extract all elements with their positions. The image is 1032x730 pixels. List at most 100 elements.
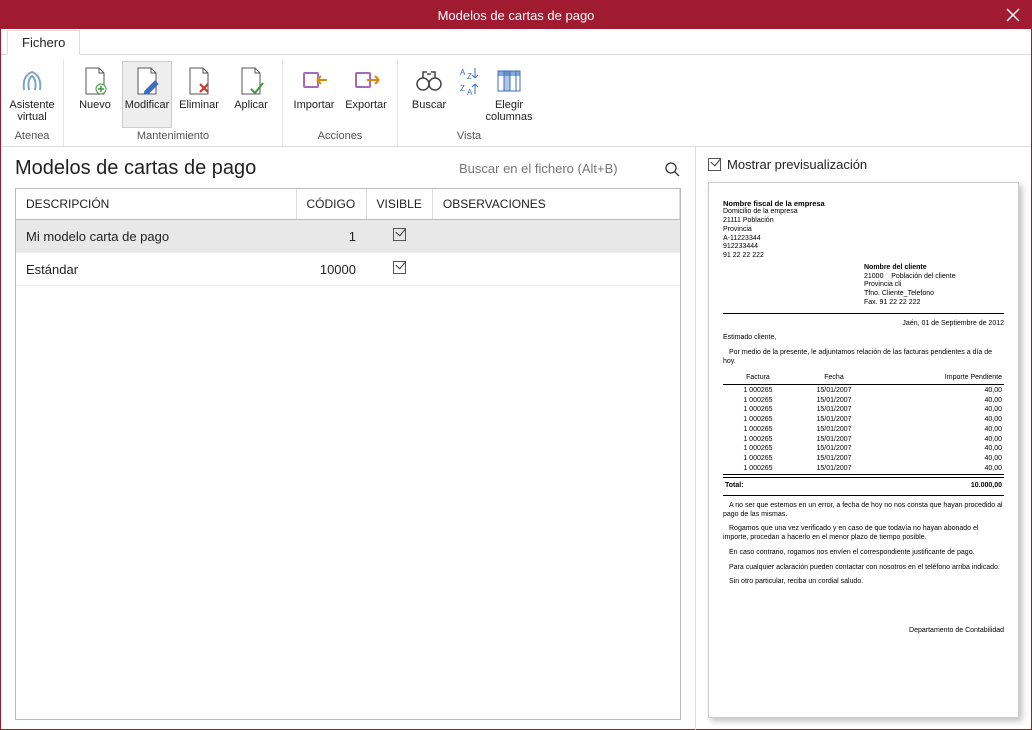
pv-company-line: Domicilio de la empresa (723, 208, 1004, 217)
cell-codigo: 10000 (296, 253, 366, 286)
pv-company-line: 21111 Población (723, 217, 1004, 226)
pv-company-line: 912233444 (723, 243, 1004, 252)
asistente-virtual-button[interactable]: Asistente virtual (7, 61, 57, 128)
ribbon-label: Buscar (412, 99, 446, 125)
modificar-button[interactable]: Modificar (122, 61, 172, 128)
data-grid[interactable]: DESCRIPCIÓN CÓDIGO VISIBLE OBSERVACIONES… (15, 188, 681, 720)
pv-company-line: Provincia (723, 226, 1004, 235)
svg-text:Z: Z (460, 84, 465, 93)
col-observaciones[interactable]: OBSERVACIONES (432, 189, 679, 220)
ordenar-button[interactable]: AZ ZA (456, 61, 482, 128)
pv-paragraph: En caso contrario, rogamos nos envíen el… (723, 549, 1004, 558)
nuevo-button[interactable]: Nuevo (70, 61, 120, 128)
columns-icon (493, 65, 525, 97)
importar-button[interactable]: Importar (289, 61, 339, 128)
ribbon-label: Nuevo (79, 99, 111, 125)
svg-text:Z: Z (467, 72, 472, 80)
search-input[interactable] (457, 160, 657, 177)
ribbon-group-label: Mantenimiento (137, 130, 209, 144)
right-pane: Mostrar previsualización Nombre fiscal d… (695, 147, 1031, 730)
ribbon-label: Eliminar (179, 99, 219, 125)
pv-total-value: 10.000,00 (971, 482, 1002, 491)
pv-paragraph: Para cualquier aclaración pueden contact… (723, 564, 1004, 573)
sort-icon: AZ ZA (459, 65, 479, 97)
ribbon-group-mantenimiento: Nuevo Modificar Eliminar Aplicar (64, 59, 283, 146)
aplicar-button[interactable]: Aplicar (226, 61, 276, 128)
pv-table-row: 1 00026515/01/200740,00 (723, 386, 1004, 396)
col-codigo[interactable]: CÓDIGO (296, 189, 366, 220)
table-row[interactable]: Estándar10000 (16, 253, 680, 286)
pv-table-row: 1 00026515/01/200740,00 (723, 445, 1004, 455)
search-wrap (457, 160, 681, 178)
pv-paragraph: A no ser que estemos en un error, a fech… (723, 502, 1004, 520)
preview-toggle-row: Mostrar previsualización (708, 157, 1019, 172)
ribbon: Asistente virtual Atenea Nuevo Modificar (1, 55, 1031, 147)
pv-table-row: 1 00026515/01/200740,00 (723, 396, 1004, 406)
pv-paragraph: Sin otro particular, reciba un cordial s… (723, 578, 1004, 587)
left-pane: Modelos de cartas de pago DESCRIPCIÓN CÓ… (1, 147, 695, 730)
pv-client-line: Fax. 91 22 22 222 (864, 299, 1004, 308)
cell-observaciones (432, 253, 679, 286)
pv-paragraph: Rogamos que una vez verificado y en caso… (723, 525, 1004, 543)
pv-table-row: 1 00026515/01/200740,00 (723, 455, 1004, 465)
eliminar-button[interactable]: Eliminar (174, 61, 224, 128)
pv-company-line: 91 22 22 222 (723, 252, 1004, 261)
pv-total-label: Total: (725, 482, 744, 491)
pv-intro: Por medio de la presente, le adjuntamos … (723, 349, 1004, 367)
ribbon-label: Asistente virtual (9, 99, 54, 125)
delete-document-icon (183, 65, 215, 97)
preview-checkbox-label: Mostrar previsualización (727, 157, 867, 172)
pv-th-importe: Importe Pendiente (875, 373, 1004, 384)
pv-company-name: Nombre fiscal de la empresa (723, 199, 1004, 208)
search-icon[interactable] (663, 160, 681, 178)
ribbon-group-acciones: Importar Exportar Acciones (283, 59, 398, 146)
col-visible[interactable]: VISIBLE (366, 189, 432, 220)
pv-greeting: Estimado cliente, (723, 334, 1004, 343)
visible-checkbox[interactable] (393, 228, 406, 241)
buscar-button[interactable]: Buscar (404, 61, 454, 128)
pv-signature: Departamento de Contabilidad (723, 627, 1004, 636)
ribbon-label: Importar (294, 99, 335, 125)
cell-codigo: 1 (296, 220, 366, 253)
content: Modelos de cartas de pago DESCRIPCIÓN CÓ… (1, 147, 1031, 730)
pv-table-row: 1 00026515/01/200740,00 (723, 464, 1004, 474)
elegir-columnas-button[interactable]: Elegir columnas (484, 61, 534, 128)
pv-date: Jaén, 01 de Septiembre de 2012 (723, 320, 1004, 329)
ribbon-group-label: Acciones (318, 130, 363, 144)
ribbon-label: Aplicar (234, 99, 268, 125)
left-header: Modelos de cartas de pago (15, 157, 681, 180)
pv-table-row: 1 00026515/01/200740,00 (723, 425, 1004, 435)
cell-visible (366, 253, 432, 286)
cell-descripcion: Mi modelo carta de pago (16, 220, 296, 253)
import-icon (298, 65, 330, 97)
col-descripcion[interactable]: DESCRIPCIÓN (16, 189, 296, 220)
exportar-button[interactable]: Exportar (341, 61, 391, 128)
pv-table-row: 1 00026515/01/200740,00 (723, 416, 1004, 426)
cell-observaciones (432, 220, 679, 253)
pv-client-line: 21000 Población del cliente (864, 273, 1004, 282)
tab-fichero[interactable]: Fichero (7, 30, 80, 55)
pv-th-fecha: Fecha (793, 373, 875, 384)
close-button[interactable] (1001, 3, 1025, 27)
ribbon-group-label: Vista (457, 130, 481, 144)
svg-text:A: A (467, 88, 473, 96)
preview-checkbox[interactable] (708, 158, 721, 171)
visible-checkbox[interactable] (393, 261, 406, 274)
cell-descripcion: Estándar (16, 253, 296, 286)
close-icon (1006, 8, 1020, 22)
pv-client-line: Tfno. Cliente_Telefono (864, 290, 1004, 299)
binoculars-icon (413, 65, 445, 97)
table-header-row: DESCRIPCIÓN CÓDIGO VISIBLE OBSERVACIONES (16, 189, 680, 220)
pv-th-factura: Factura (723, 373, 793, 384)
edit-document-icon (131, 65, 163, 97)
pv-company-line: A-11223344 (723, 235, 1004, 244)
pv-table-row: 1 00026515/01/200740,00 (723, 406, 1004, 416)
ribbon-label: Exportar (345, 99, 387, 125)
preview-document: Nombre fiscal de la empresa Domicilio de… (708, 182, 1019, 718)
ribbon-label: Elegir columnas (485, 99, 532, 125)
ribbon-group-label: Atenea (15, 130, 50, 144)
table-row[interactable]: Mi modelo carta de pago1 (16, 220, 680, 253)
svg-text:A: A (460, 68, 466, 77)
pv-table-row: 1 00026515/01/200740,00 (723, 435, 1004, 445)
titlebar: Modelos de cartas de pago (1, 1, 1031, 29)
